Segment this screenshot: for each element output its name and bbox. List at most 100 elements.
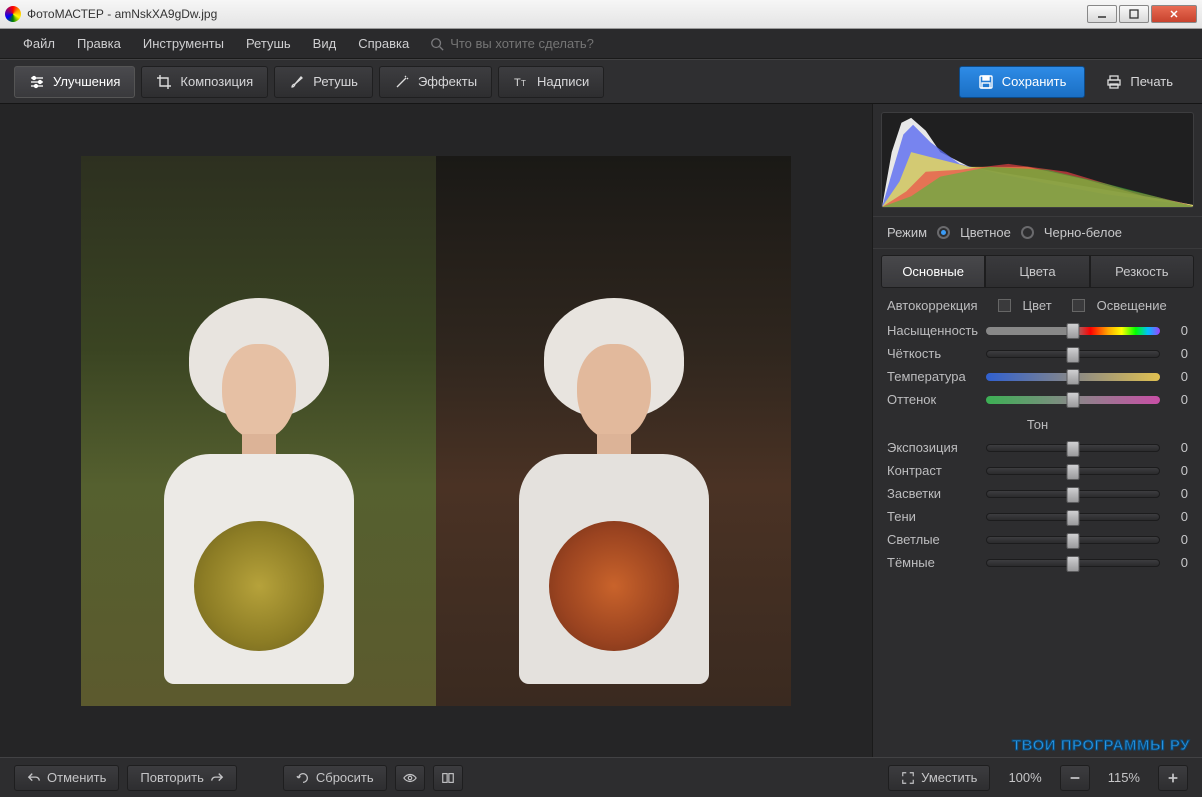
auto-label: Автокоррекция (887, 298, 978, 313)
blacks-value: 0 (1170, 555, 1188, 570)
shadows-label: Тени (887, 509, 976, 524)
tool-enhance[interactable]: Улучшения (14, 66, 135, 98)
temperature-label: Температура (887, 369, 976, 384)
highlights-value: 0 (1170, 486, 1188, 501)
reset-button[interactable]: Сбросить (283, 765, 387, 791)
saturation-slider[interactable] (986, 327, 1160, 335)
mode-bw-label[interactable]: Черно-белое (1044, 225, 1122, 240)
tint-slider[interactable] (986, 396, 1160, 404)
clarity-value: 0 (1170, 346, 1188, 361)
menu-file[interactable]: Файл (14, 33, 64, 54)
save-icon (978, 74, 994, 90)
window-titlebar: ФотоМАСТЕР - amNskXA9gDw.jpg (0, 0, 1202, 29)
compare-toggle-button[interactable] (433, 765, 463, 791)
mode-bw-radio[interactable] (1021, 226, 1034, 239)
tool-retouch[interactable]: Ретушь (274, 66, 373, 98)
tool-effects-label: Эффекты (418, 74, 477, 89)
exposure-slider[interactable] (986, 444, 1160, 452)
print-label: Печать (1130, 74, 1173, 89)
sliders-icon (29, 74, 45, 90)
zoom-current[interactable]: 115% (1098, 770, 1150, 785)
tool-captions-label: Надписи (537, 74, 589, 89)
tab-basic[interactable]: Основные (881, 255, 985, 288)
side-panel: Режим Цветное Черно-белое Основные Цвета… (872, 104, 1202, 757)
redo-label: Повторить (140, 770, 203, 785)
menu-edit[interactable]: Правка (68, 33, 130, 54)
search-icon (430, 37, 444, 51)
auto-light-checkbox[interactable] (1072, 299, 1085, 312)
tool-composition[interactable]: Композиция (141, 66, 268, 98)
redo-icon (210, 771, 224, 785)
compare-view (81, 156, 791, 706)
fit-icon (901, 771, 915, 785)
mode-row: Режим Цветное Черно-белое (873, 216, 1202, 249)
minus-icon (1068, 771, 1082, 785)
text-icon: TT (513, 74, 529, 90)
exposure-label: Экспозиция (887, 440, 976, 455)
redo-button[interactable]: Повторить (127, 765, 236, 791)
blacks-label: Тёмные (887, 555, 976, 570)
tool-captions[interactable]: TT Надписи (498, 66, 604, 98)
contrast-label: Контраст (887, 463, 976, 478)
auto-color-checkbox[interactable] (998, 299, 1011, 312)
eye-icon (403, 771, 417, 785)
whites-slider[interactable] (986, 536, 1160, 544)
mode-color-radio[interactable] (937, 226, 950, 239)
zoom-out-button[interactable] (1060, 765, 1090, 791)
undo-icon (27, 771, 41, 785)
wand-icon (394, 74, 410, 90)
tool-retouch-label: Ретушь (313, 74, 358, 89)
app-icon (5, 6, 21, 22)
compare-icon (441, 771, 455, 785)
menu-help[interactable]: Справка (349, 33, 418, 54)
main-toolbar: Улучшения Композиция Ретушь Эффекты TT Н… (0, 59, 1202, 104)
save-button[interactable]: Сохранить (959, 66, 1086, 98)
shadows-value: 0 (1170, 509, 1188, 524)
menu-tools[interactable]: Инструменты (134, 33, 233, 54)
saturation-label: Насыщенность (887, 323, 976, 338)
undo-button[interactable]: Отменить (14, 765, 119, 791)
photo-after (436, 156, 791, 706)
menu-retouch[interactable]: Ретушь (237, 33, 300, 54)
auto-light-label[interactable]: Освещение (1097, 298, 1167, 313)
brush-icon (289, 74, 305, 90)
mode-color-label[interactable]: Цветное (960, 225, 1011, 240)
watermark-text: ТВОИ ПРОГРАММЫ РУ (1012, 737, 1190, 754)
plus-icon (1166, 771, 1180, 785)
tool-composition-label: Композиция (180, 74, 253, 89)
status-bar: Отменить Повторить Сбросить Уместить 100… (0, 757, 1202, 797)
whites-label: Светлые (887, 532, 976, 547)
window-maximize-button[interactable] (1119, 5, 1149, 23)
print-button[interactable]: Печать (1091, 66, 1188, 98)
mode-label: Режим (887, 225, 927, 240)
search-input[interactable] (450, 36, 670, 51)
window-title: ФотоМАСТЕР - amNskXA9gDw.jpg (27, 7, 1087, 21)
window-close-button[interactable] (1151, 5, 1197, 23)
contrast-value: 0 (1170, 463, 1188, 478)
tone-header: Тон (887, 417, 1188, 432)
shadows-slider[interactable] (986, 513, 1160, 521)
clarity-label: Чёткость (887, 346, 976, 361)
preview-toggle-button[interactable] (395, 765, 425, 791)
fit-button[interactable]: Уместить (888, 765, 990, 791)
highlights-slider[interactable] (986, 490, 1160, 498)
print-icon (1106, 74, 1122, 90)
blacks-slider[interactable] (986, 559, 1160, 567)
canvas-area[interactable] (0, 104, 872, 757)
zoom-in-button[interactable] (1158, 765, 1188, 791)
crop-icon (156, 74, 172, 90)
temperature-slider[interactable] (986, 373, 1160, 381)
clarity-slider[interactable] (986, 350, 1160, 358)
side-tabs: Основные Цвета Резкость (881, 255, 1194, 288)
tab-colors[interactable]: Цвета (985, 255, 1089, 288)
zoom-base: 100% (998, 770, 1051, 785)
auto-row: Автокоррекция Цвет Освещение (887, 298, 1188, 313)
tab-sharpness[interactable]: Резкость (1090, 255, 1194, 288)
menu-view[interactable]: Вид (304, 33, 346, 54)
histogram[interactable] (881, 112, 1194, 208)
contrast-slider[interactable] (986, 467, 1160, 475)
tint-value: 0 (1170, 392, 1188, 407)
tool-effects[interactable]: Эффекты (379, 66, 492, 98)
window-minimize-button[interactable] (1087, 5, 1117, 23)
auto-color-label[interactable]: Цвет (1023, 298, 1052, 313)
